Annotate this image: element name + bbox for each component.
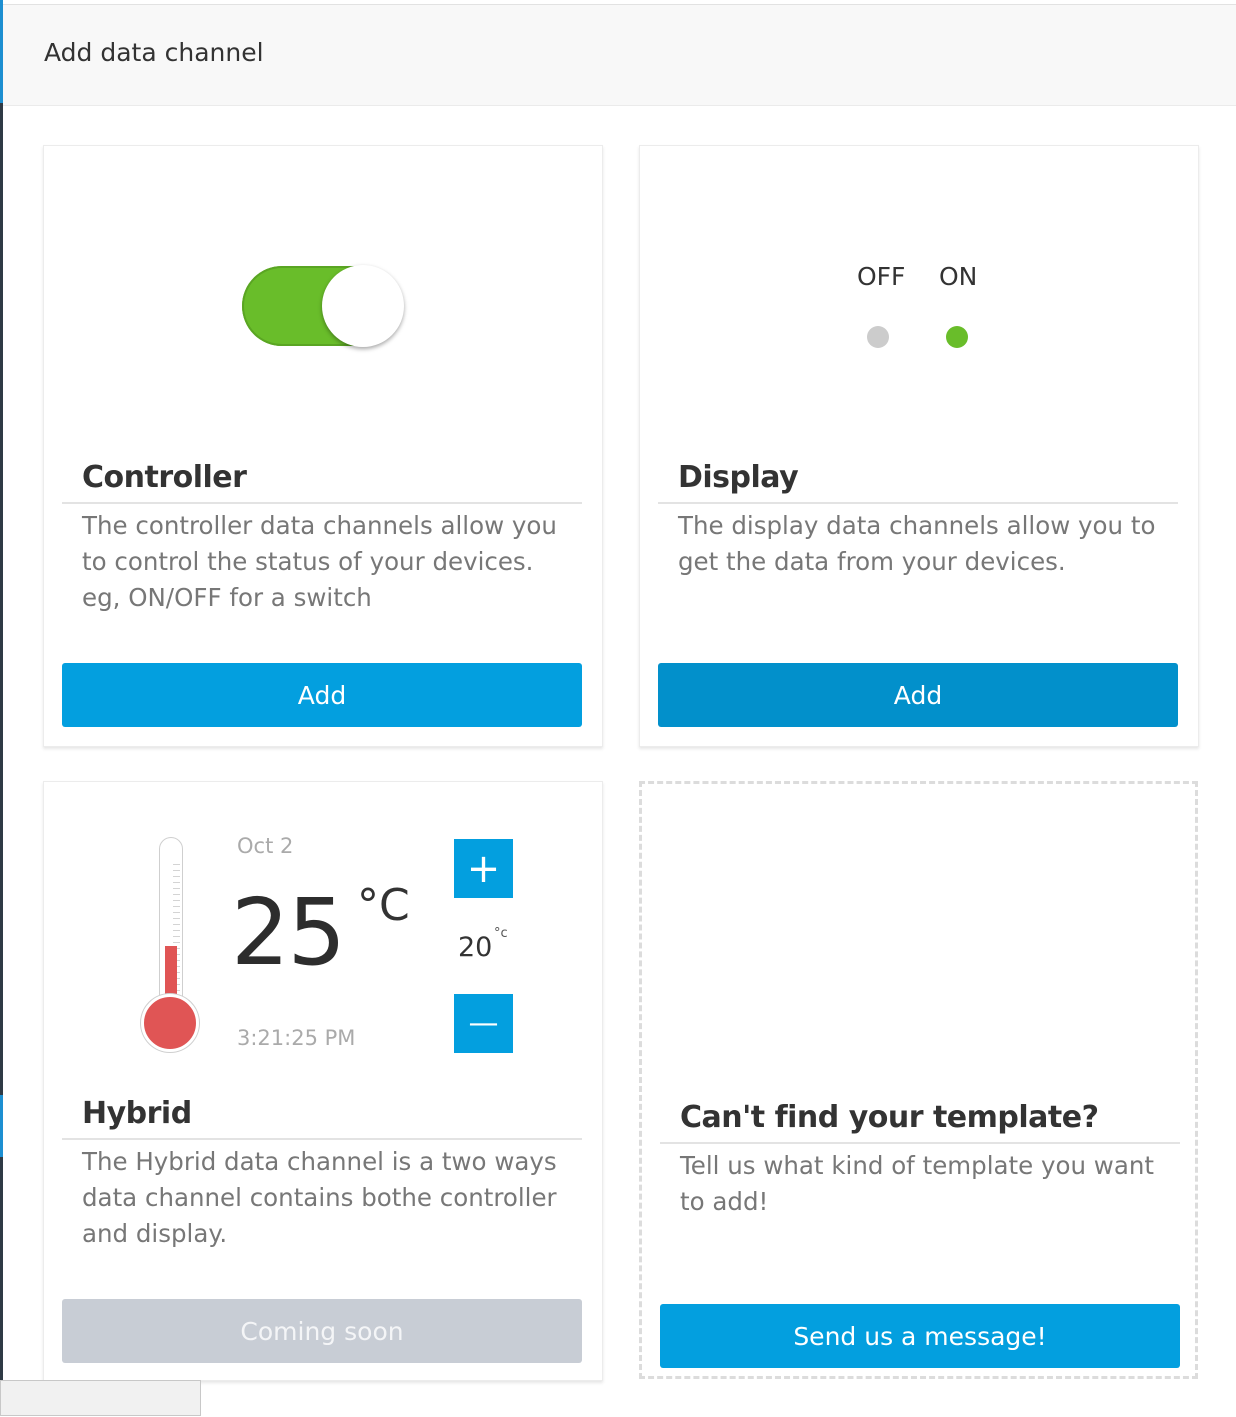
hybrid-title: Hybrid — [82, 1096, 192, 1131]
hybrid-time: 3:21:25 PM — [237, 1026, 356, 1050]
hybrid-date: Oct 2 — [237, 834, 294, 858]
add-display-button[interactable]: Add — [658, 663, 1178, 727]
display-description: The display data channels allow you to g… — [678, 511, 1156, 576]
send-message-button[interactable]: Send us a message! — [660, 1304, 1180, 1368]
title-divider — [658, 502, 1178, 504]
toggle-switch-preview — [242, 265, 404, 347]
display-card: OFF ON Display The display data channels… — [639, 145, 1199, 747]
thermometer-bulb — [141, 994, 199, 1052]
setpoint-unit: °c — [494, 926, 508, 941]
decrease-setpoint-button[interactable]: — — [454, 994, 513, 1053]
title-divider — [62, 1138, 582, 1140]
request-template-card: Can't find your template? Tell us what k… — [639, 781, 1198, 1379]
background-bottom-tab — [0, 1380, 201, 1416]
hybrid-temperature-unit: °C — [357, 880, 410, 931]
off-label: OFF — [857, 262, 906, 291]
request-description: Tell us what kind of template you want t… — [680, 1151, 1154, 1216]
modal-title: Add data channel — [44, 38, 264, 67]
display-title: Display — [678, 460, 799, 495]
controller-card: Controller The controller data channels … — [43, 145, 603, 747]
request-title: Can't find your template? — [680, 1100, 1099, 1135]
on-label: ON — [939, 262, 978, 291]
coming-soon-button[interactable]: Coming soon — [62, 1299, 582, 1363]
title-divider — [62, 502, 582, 504]
toggle-knob — [322, 265, 404, 347]
increase-setpoint-button[interactable]: + — [454, 839, 513, 898]
add-data-channel-modal: Add data channel Controller The controll… — [3, 4, 1236, 1417]
hybrid-temperature: 25 — [231, 879, 346, 986]
controller-title: Controller — [82, 460, 247, 495]
add-controller-button[interactable]: Add — [62, 663, 582, 727]
hybrid-card: Oct 2 25 °C 3:21:25 PM + 20 °c — Hybrid … — [43, 781, 603, 1381]
off-indicator-dot — [867, 326, 889, 348]
controller-description: The controller data channels allow you t… — [82, 511, 557, 612]
modal-header: Add data channel — [3, 5, 1236, 106]
on-indicator-dot — [946, 326, 968, 348]
hybrid-description: The Hybrid data channel is a two ways da… — [82, 1147, 557, 1248]
setpoint-value: 20 — [458, 932, 493, 963]
title-divider — [660, 1142, 1180, 1144]
